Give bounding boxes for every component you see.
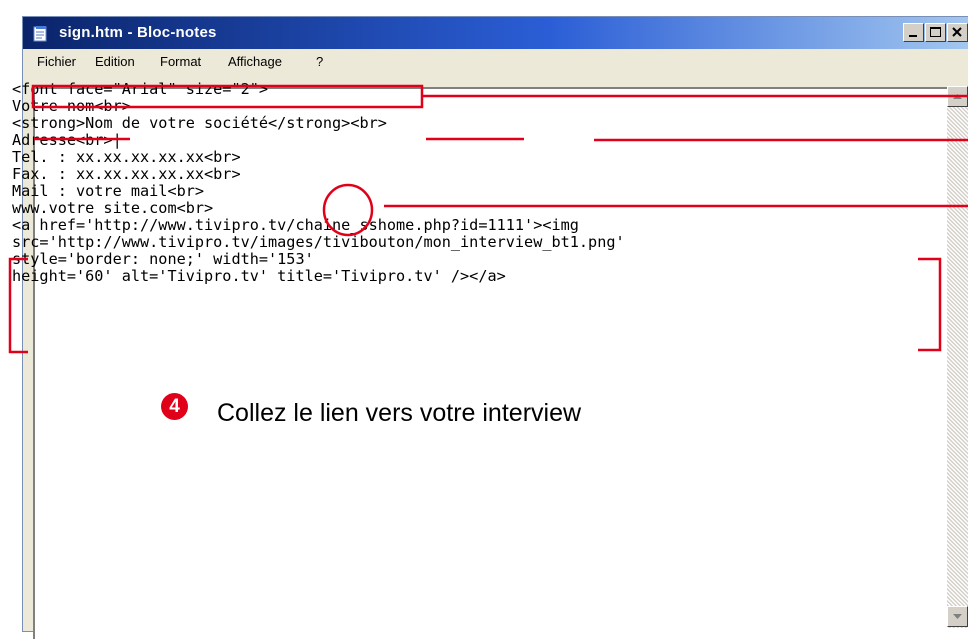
arrow-up-icon (953, 94, 962, 99)
window-title: sign.htm - Bloc-notes (59, 24, 217, 41)
close-button[interactable] (947, 23, 968, 42)
code-line: www.votre site.com<br> (12, 199, 214, 217)
code-line: src='http://www.tivipro.tv/images/tivibo… (12, 233, 625, 251)
instruction-text: Collez le lien vers votre interview (217, 399, 582, 427)
notepad-icon (33, 26, 47, 42)
menu-format[interactable]: Format (160, 54, 201, 69)
code-line: <font face="Arial" size="2"> (12, 80, 269, 98)
code-line: Fax. : xx.xx.xx.xx.xx<br> (12, 165, 241, 183)
minimize-icon (909, 35, 917, 37)
menu-help[interactable]: ? (316, 54, 323, 69)
code-line: Adresse<br>| (12, 131, 122, 149)
code-line: Tel. : xx.xx.xx.xx.xx<br> (12, 148, 241, 166)
arrow-down-icon (953, 614, 962, 619)
scroll-up-button[interactable] (947, 86, 968, 107)
code-line: <a href='http://www.tivipro.tv/chaine_ss… (12, 216, 579, 234)
minimize-button[interactable] (903, 23, 924, 42)
menu-fichier[interactable]: Fichier (37, 54, 76, 69)
menu-edition[interactable]: Edition (95, 54, 135, 69)
close-icon (952, 27, 962, 37)
vertical-scrollbar[interactable] (947, 86, 968, 628)
editor-content[interactable]: <font face="Arial" size="2"> Votre nom<b… (12, 81, 625, 285)
title-bar[interactable]: sign.htm - Bloc-notes (23, 17, 968, 49)
step-number-badge: 4 (161, 393, 188, 420)
code-line: height='60' alt='Tivipro.tv' title='Tivi… (12, 267, 506, 285)
code-line: <strong>Nom de votre société</strong><br… (12, 114, 387, 132)
maximize-button[interactable] (925, 23, 946, 42)
code-line: Mail : votre mail<br> (12, 182, 205, 200)
code-line: Votre nom<br> (12, 97, 131, 115)
menu-affichage[interactable]: Affichage (228, 54, 282, 69)
maximize-icon (930, 27, 941, 37)
code-line: style='border: none;' width='153' (12, 250, 314, 268)
scroll-down-button[interactable] (947, 606, 968, 627)
menu-bar: Fichier Edition Format Affichage ? (23, 49, 968, 73)
